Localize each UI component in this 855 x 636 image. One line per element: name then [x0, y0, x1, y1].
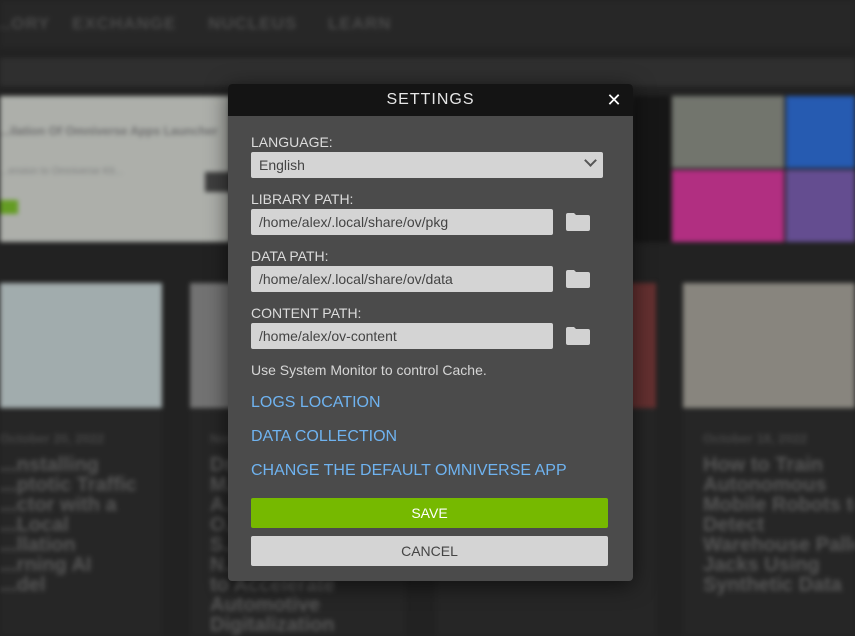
change-default-app-link[interactable]: CHANGE THE DEFAULT OMNIVERSE APP	[251, 462, 567, 480]
chevron-down-icon	[584, 154, 597, 167]
language-label: LANGUAGE:	[251, 134, 333, 150]
library-path-input[interactable]: /home/alex/.local/share/ov/pkg	[251, 209, 553, 235]
folder-icon[interactable]	[566, 213, 590, 231]
settings-dialog: SETTINGS ✕ LANGUAGE: English LIBRARY PAT…	[228, 84, 633, 581]
cache-note: Use System Monitor to control Cache.	[251, 362, 487, 378]
language-value: English	[259, 157, 305, 173]
logs-location-link[interactable]: LOGS LOCATION	[251, 394, 381, 412]
library-path-label: LIBRARY PATH:	[251, 191, 354, 207]
data-path-input[interactable]: /home/alex/.local/share/ov/data	[251, 266, 553, 292]
data-collection-link[interactable]: DATA COLLECTION	[251, 428, 397, 446]
save-button[interactable]: SAVE	[251, 498, 608, 528]
language-select[interactable]: English	[251, 152, 603, 178]
data-path-label: DATA PATH:	[251, 248, 329, 264]
cancel-button[interactable]: CANCEL	[251, 536, 608, 566]
content-path-input[interactable]: /home/alex/ov-content	[251, 323, 553, 349]
folder-icon[interactable]	[566, 270, 590, 288]
close-icon[interactable]: ✕	[605, 91, 623, 109]
folder-icon[interactable]	[566, 327, 590, 345]
dialog-title: SETTINGS	[386, 91, 475, 108]
content-path-label: CONTENT PATH:	[251, 305, 362, 321]
dialog-header: SETTINGS ✕	[228, 84, 633, 116]
